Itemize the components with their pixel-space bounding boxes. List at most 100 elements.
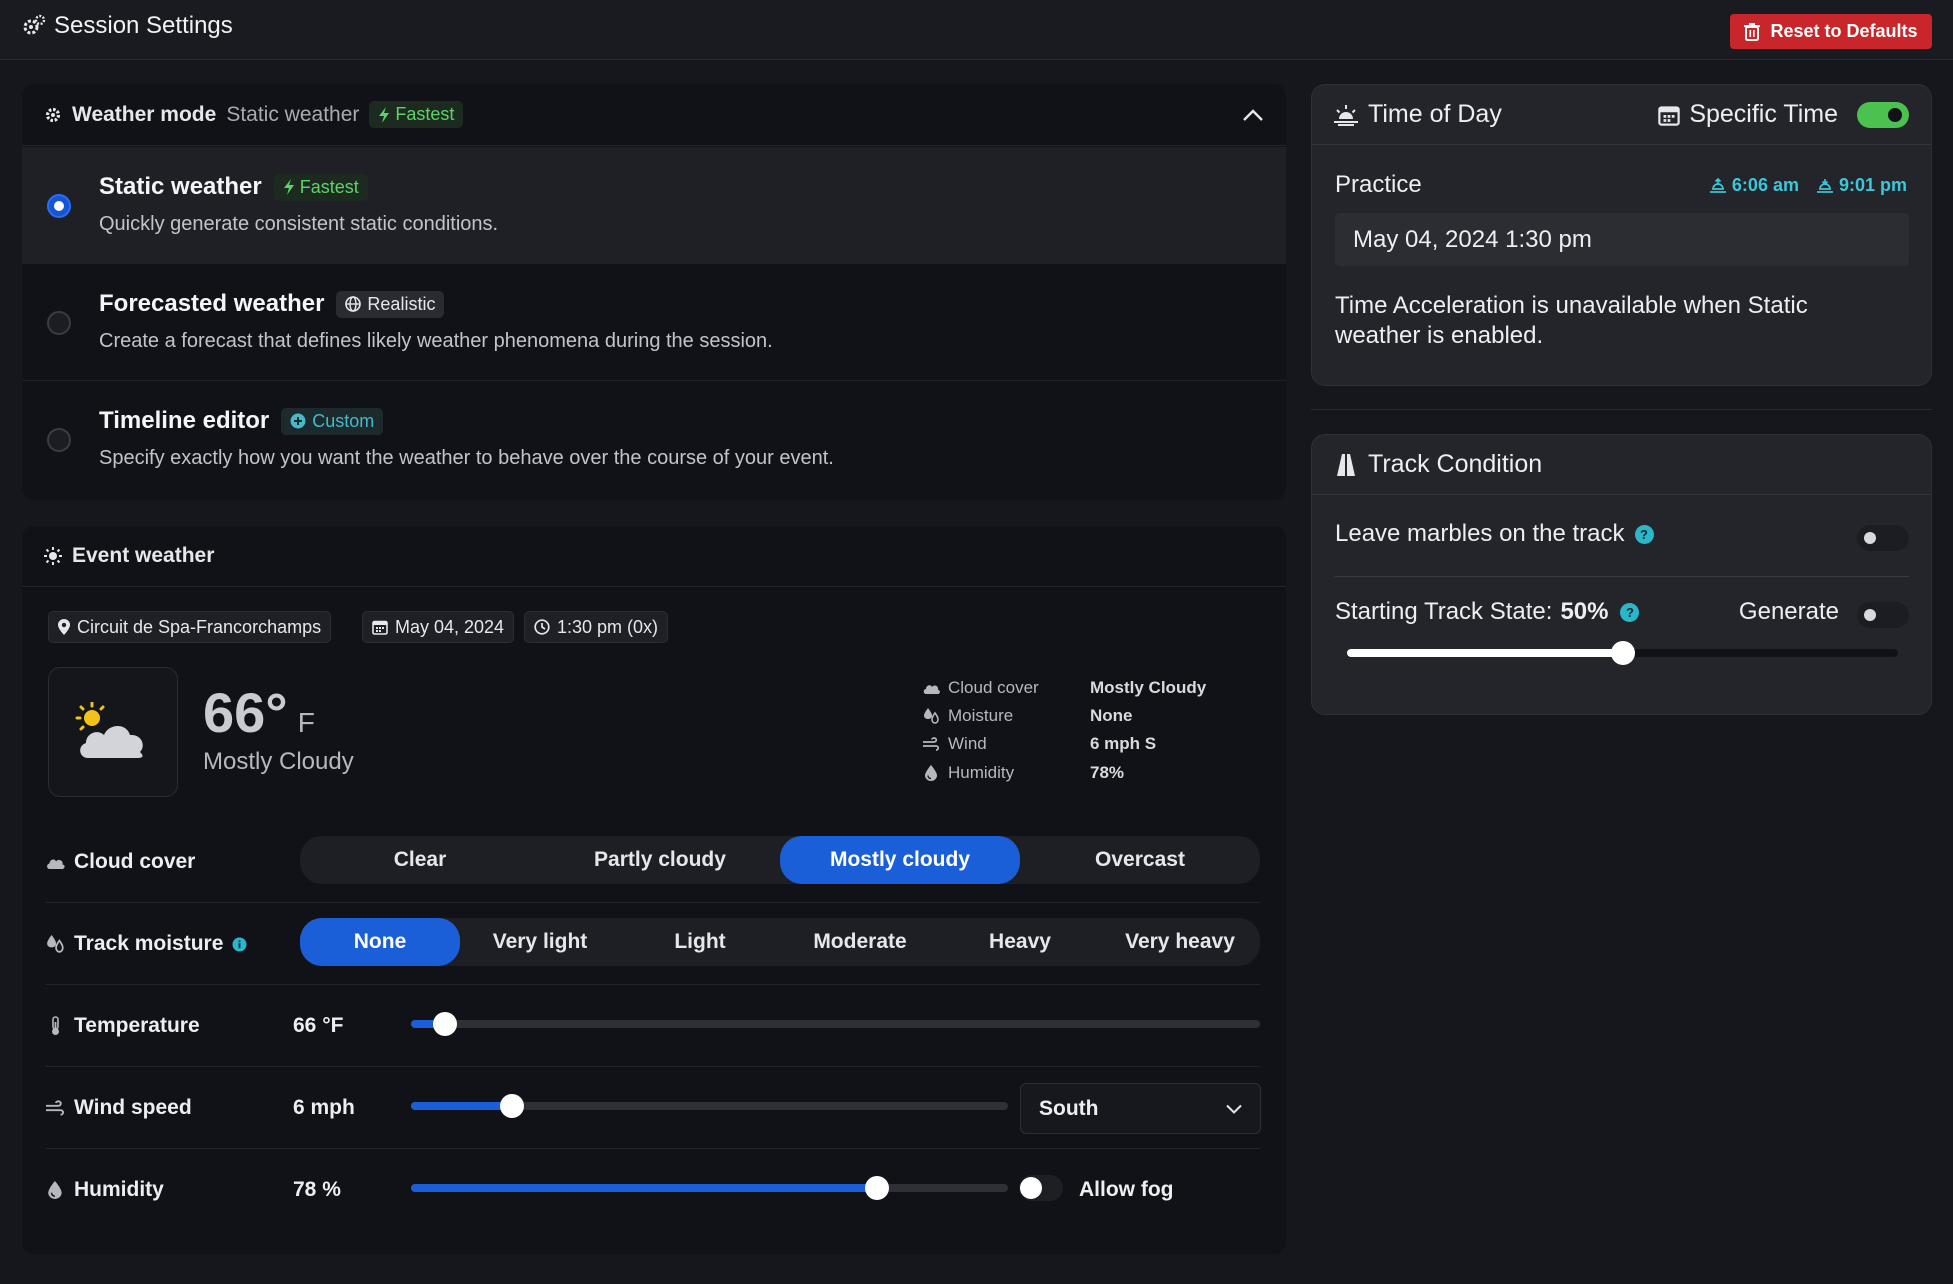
allow-fog-toggle[interactable] [1019,1175,1063,1201]
globe-icon [345,296,362,312]
wind-speed-label: Wind speed [74,1096,192,1119]
sunrise-time-group: 6:06 am [1709,175,1799,196]
thermometer-icon [46,1016,65,1036]
fastest-badge-label: Fastest [395,104,455,124]
calendar-icon [1658,104,1681,126]
moisture-very-heavy[interactable]: Very heavy [1100,918,1260,966]
temperature-unit: F [297,707,315,738]
cloud-cover-label-group: Cloud cover [46,850,195,874]
badge-label: Realistic [367,293,436,314]
cloud-icon [923,682,940,694]
option-title: Forecasted weather [99,290,325,317]
cloud-cover-overcast[interactable]: Overcast [1020,836,1260,884]
marbles-row: Leave marbles on the track ? [1335,520,1909,577]
timeline-editor-radio[interactable] [47,428,71,452]
moisture-none[interactable]: None [300,918,460,966]
starting-track-state-slider[interactable] [1347,641,1898,665]
wind-speed-value-text: 6 mph [293,1096,355,1119]
wind-speed-slider[interactable] [411,1094,1008,1118]
temperature-row: Temperature 66 °F [46,1000,1260,1067]
option-title: Timeline editor [99,407,270,434]
sunset-icon [1816,178,1833,194]
cloud-cover-mostly-cloudy[interactable]: Mostly cloudy [780,836,1020,884]
cloud-cover-row: Cloud cover Clear Partly cloudy Mostly c… [46,836,1260,903]
starting-state-label: Starting Track State: [1335,598,1553,625]
stat-value: 78% [1090,763,1125,782]
badge-label: Custom [312,410,375,431]
slider-thumb[interactable] [500,1094,525,1118]
stat-value: None [1090,706,1133,725]
weather-mode-panel: Weather mode Static weather Fastest Stat… [22,84,1286,500]
weather-option-timeline[interactable]: Timeline editor Custom Specify exactly h… [22,381,1286,498]
toggle-knob [1020,1177,1042,1199]
sunset-time-group: 9:01 pm [1816,175,1907,196]
sun-icon [44,547,62,565]
info-icon[interactable] [232,937,247,952]
session-datetime-input[interactable]: May 04, 2024 1:30 pm [1335,213,1909,266]
help-icon[interactable]: ? [1634,524,1654,544]
help-icon[interactable]: ? [1620,602,1640,622]
specific-time-toggle[interactable] [1857,101,1909,128]
slider-thumb[interactable] [432,1012,457,1036]
time-of-day-panel: Time of Day Specific Time Practice 6:06 … [1311,84,1932,386]
humidity-label: Humidity [74,1178,164,1201]
option-title: Static weather [99,173,262,200]
reset-button-label: Reset to Defaults [1770,21,1918,41]
forecasted-weather-radio[interactable] [47,311,71,335]
cloud-cover-selector: Clear Partly cloudy Mostly cloudy Overca… [300,836,1260,884]
custom-badge: Custom [281,407,384,435]
generate-toggle[interactable] [1857,602,1909,628]
weather-mode-header[interactable]: Weather mode Static weather Fastest [22,84,1286,146]
temperature-display: 66° F [203,680,315,745]
humidity-row: Humidity 78 % Allow fog [46,1164,1260,1231]
weather-condition-card [48,667,178,797]
time-text: 1:30 pm (0x) [557,616,659,637]
humidity-icon [46,1181,65,1199]
humidity-slider[interactable] [411,1176,1008,1200]
starting-state-value: 50% [1560,598,1609,625]
page-title-text: Session Settings [54,12,233,39]
moisture-light[interactable]: Light [620,918,780,966]
page-title: Session Settings [22,12,233,40]
track-moisture-row: Track moisture None Very light Light Mod… [46,918,1260,985]
gear-icon [44,106,62,124]
temperature-slider[interactable] [411,1012,1260,1036]
static-weather-radio[interactable] [47,194,71,218]
slider-thumb[interactable] [1610,641,1635,665]
moisture-very-light[interactable]: Very light [460,918,620,966]
stat-label: Humidity [948,763,1015,782]
weather-mode-label: Weather mode [72,102,217,126]
location-chip: Circuit de Spa-Francorchamps [48,611,332,643]
session-datetime-value: May 04, 2024 1:30 pm [1353,225,1592,253]
wind-direction-select[interactable]: South [1020,1083,1261,1134]
map-pin-icon [58,619,70,635]
toggle-knob [1864,609,1876,621]
wind-speed-label-group: Wind speed [46,1096,192,1120]
track-condition-title: Track Condition [1368,450,1543,478]
settings-gears-icon [22,14,46,38]
cloud-cover-clear[interactable]: Clear [300,836,540,884]
moisture-heavy[interactable]: Heavy [940,918,1100,966]
moisture-moderate[interactable]: Moderate [780,918,940,966]
reset-to-defaults-button[interactable]: Reset to Defaults [1730,14,1932,49]
wind-icon [923,737,940,751]
chevron-up-icon[interactable] [1242,108,1264,122]
date-text: May 04, 2024 [395,616,505,637]
temperature-value: 66° [203,681,288,744]
badge-label: Fastest [299,176,359,197]
stat-wind: Wind 6 mph S [923,734,1156,754]
option-description: Create a forecast that defines likely we… [99,330,773,352]
stat-value: Mostly Cloudy [1090,678,1207,697]
allow-fog-label: Allow fog [1079,1178,1174,1201]
cloud-cover-partly-cloudy[interactable]: Partly cloudy [540,836,780,884]
time-of-day-title: Time of Day [1368,100,1502,128]
humidity-icon [923,765,940,781]
wind-direction-value: South [1039,1096,1099,1120]
marbles-toggle[interactable] [1857,525,1909,551]
slider-thumb[interactable] [864,1176,889,1200]
plus-circle-icon [290,413,306,429]
weather-option-forecasted[interactable]: Forecasted weather Realistic Create a fo… [22,264,1286,381]
weather-option-static[interactable]: Static weather Fastest Quickly generate … [22,147,1286,264]
specific-time-group: Specific Time [1658,100,1909,129]
lightning-icon [283,179,295,195]
